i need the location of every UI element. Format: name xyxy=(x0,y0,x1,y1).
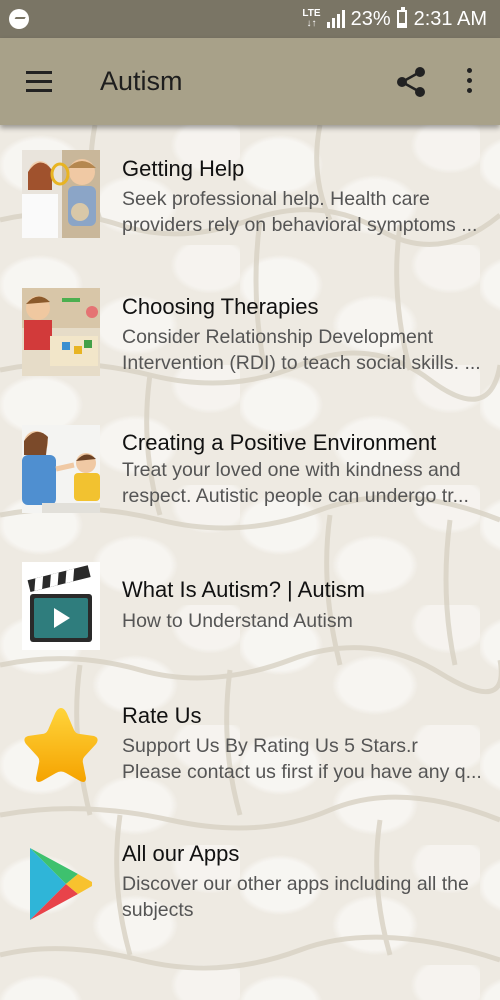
item-title: Rate Us xyxy=(122,703,202,728)
item-description: Treat your loved one with kindness and re… xyxy=(122,459,469,507)
item-description: Support Us By Rating Us 5 Stars.r Please … xyxy=(122,735,482,783)
signal-icon xyxy=(326,10,345,28)
battery-icon xyxy=(396,7,407,28)
status-right: LTE ↓↑ 23% 2:31 AM xyxy=(302,6,487,32)
item-title: All our Apps xyxy=(122,841,240,866)
list-item[interactable]: Getting Help Seek professional help. Hea… xyxy=(0,147,500,267)
article-list[interactable]: Getting Help Seek professional help. Hea… xyxy=(0,125,500,1000)
article-thumbnail xyxy=(22,425,100,513)
item-title: Creating a Positive Environment xyxy=(122,430,437,455)
item-description: How to Understand Autism xyxy=(122,610,353,632)
article-thumbnail xyxy=(22,150,100,238)
list-item[interactable]: Choosing Therapies Consider Relationship… xyxy=(0,285,500,405)
video-clapperboard-icon xyxy=(22,562,100,650)
star-icon xyxy=(22,700,100,788)
item-description: Discover our other apps including all th… xyxy=(122,873,469,921)
item-title: What Is Autism? | Autism xyxy=(122,577,365,602)
list-item[interactable]: All our Apps Discover our other apps inc… xyxy=(0,838,500,958)
play-store-icon xyxy=(22,840,100,928)
list-item[interactable]: Rate Us Support Us By Rating Us 5 Stars.… xyxy=(0,700,500,820)
article-thumbnail xyxy=(22,288,100,376)
page-title: Autism xyxy=(100,66,183,96)
item-title: Choosing Therapies xyxy=(122,294,319,319)
list-item[interactable]: Creating a Positive Environment Treat yo… xyxy=(0,423,500,543)
app-bar: Autism xyxy=(0,38,500,125)
share-icon[interactable] xyxy=(396,66,426,98)
menu-icon[interactable] xyxy=(26,71,52,92)
messenger-notification-icon xyxy=(9,9,29,29)
battery-percent: 23% xyxy=(350,7,391,30)
status-bar: LTE ↓↑ 23% 2:31 AM xyxy=(0,0,500,38)
clock: 2:31 AM xyxy=(413,7,487,30)
list-item[interactable]: What Is Autism? | Autism How to Understa… xyxy=(0,562,500,682)
more-vert-icon[interactable] xyxy=(464,68,474,96)
item-description: Seek professional help. Health care provi… xyxy=(122,188,478,236)
item-description: Consider Relationship Development Interve… xyxy=(122,326,481,374)
network-type: LTE ↓↑ xyxy=(302,8,321,29)
item-title: Getting Help xyxy=(122,156,245,181)
